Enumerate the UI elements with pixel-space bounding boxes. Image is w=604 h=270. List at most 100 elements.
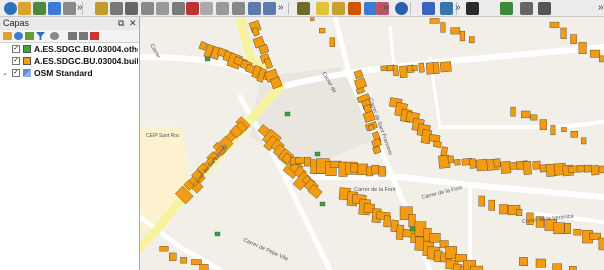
building-polygon [329,37,336,47]
building-polygon [411,64,418,72]
add-feature-icon[interactable] [141,2,154,15]
save-project-icon[interactable] [18,2,31,15]
edit-pencil-icon[interactable] [63,2,76,15]
leaf-icon[interactable] [500,2,513,15]
building-polygon [560,27,567,39]
street-label: Carrer de la Font [354,187,396,193]
building-polygon [564,223,571,234]
table-grid-icon[interactable] [466,2,479,15]
building-polygon [418,62,425,73]
layers-panel-title: Capas [3,18,30,28]
building-polygon [450,27,461,35]
style-manager-icon[interactable] [48,2,61,15]
globe-icon[interactable] [395,2,408,15]
building-polygon [159,246,169,252]
float-panel-icon[interactable]: ⧉ [118,17,124,30]
street-label: Carrer de Sant Josep [192,143,229,188]
layer-row-otherconstruction[interactable]: ✓ A.ES.SDGC.BU.03004.otherconstr... [0,44,139,55]
layer-symbol-swatch [23,45,31,53]
move-feature-icon[interactable] [156,2,169,15]
layer-row-buildingpart[interactable]: ✓ A.ES.SDGC.BU.03004.buildingpart... [0,56,139,67]
building-polygon [378,166,386,177]
add-group-icon[interactable] [14,32,23,40]
toolbar-overflow-icon[interactable]: » [598,1,604,15]
building-polygon [392,65,399,77]
toolbar-overflow-icon[interactable]: » [383,1,389,15]
building-polygon [530,114,538,121]
building-polygon [573,229,582,236]
building-polygon [445,246,457,259]
building-polygon [570,131,578,138]
help-icon[interactable] [422,2,435,15]
building-polygon [478,195,485,207]
node-tool-icon[interactable] [172,2,185,15]
label-pin-icon[interactable] [332,2,345,15]
building-polygon [371,164,380,175]
python-icon[interactable] [440,2,453,15]
layer-visibility-checkbox[interactable]: ✓ [12,69,20,77]
toolbar-separator [410,2,411,15]
building-polygon [510,106,516,117]
copy-icon[interactable] [216,2,229,15]
building-polygon [552,263,562,270]
building-polygon [199,264,209,270]
layer-visibility-checkbox[interactable]: ✓ [12,45,20,53]
toggle-editing-icon[interactable] [95,2,108,15]
label-move-icon[interactable] [348,2,361,15]
filter-icon[interactable] [36,32,45,40]
paste-icon[interactable] [232,2,245,15]
open-project-icon[interactable] [4,2,17,15]
building-polygon [310,17,315,21]
label-abc-icon[interactable] [316,2,329,15]
manage-map-themes-icon[interactable] [25,32,34,40]
layer-label: OSM Standard [34,68,93,78]
raster-layer-icon [23,69,31,77]
pencil-icon[interactable] [520,2,533,15]
otherconstruction-polygon [319,201,326,207]
remove-layer-icon[interactable] [90,32,99,40]
building-polygon [383,215,392,228]
filter-expression-icon[interactable] [50,32,59,40]
toolbar-overflow-icon[interactable]: » [455,1,461,15]
building-polygon [578,42,587,54]
expand-chevron-icon[interactable]: ⌄ [2,68,8,79]
toolbar-overflow-icon[interactable]: » [77,1,83,15]
layers-panel-toolbar [0,30,139,43]
building-polygon [304,157,312,167]
map-render[interactable]: Carrer de la Font Carrer de la Font Carr… [140,17,604,270]
building-polygon [581,137,587,145]
layer-visibility-checkbox[interactable]: ✓ [12,57,20,65]
building-polygon [488,199,495,211]
building-polygon [561,127,567,132]
layer-label: A.ES.SDGC.BU.03004.buildingpart... [34,56,138,66]
otherconstruction-polygon [214,231,221,237]
delete-selected-icon[interactable] [186,2,199,15]
building-polygon [447,155,455,164]
expand-all-icon[interactable] [68,32,77,40]
redo-icon[interactable] [263,2,276,15]
layer-row-osm-standard[interactable]: ⌄ ✓ OSM Standard [0,68,139,79]
building-polygon [440,22,446,33]
building-polygon [168,252,177,261]
collapse-all-icon[interactable] [79,32,88,40]
style-panel-icon[interactable] [3,32,12,40]
building-polygon [319,28,326,34]
otherconstruction-polygon [409,226,416,232]
cut-icon[interactable] [200,2,213,15]
toolbar-overflow-icon[interactable]: » [278,1,284,15]
building-polygon [500,160,512,174]
vector-digitize-icon[interactable] [33,2,46,15]
building-polygon [295,157,306,164]
settings-icon[interactable] [538,2,551,15]
close-panel-icon[interactable]: ✕ [129,17,137,30]
building-polygon [493,158,501,168]
building-polygon [476,158,488,172]
python-console-icon[interactable] [297,2,310,15]
undo-icon[interactable] [248,2,261,15]
building-polygon [532,160,542,170]
building-polygon [499,204,508,215]
map-canvas[interactable]: Carrer de la Font Carrer de la Font Carr… [140,17,604,270]
digitize-icon[interactable] [110,2,123,15]
building-polygon [590,165,600,176]
save-edits-icon[interactable] [125,2,138,15]
